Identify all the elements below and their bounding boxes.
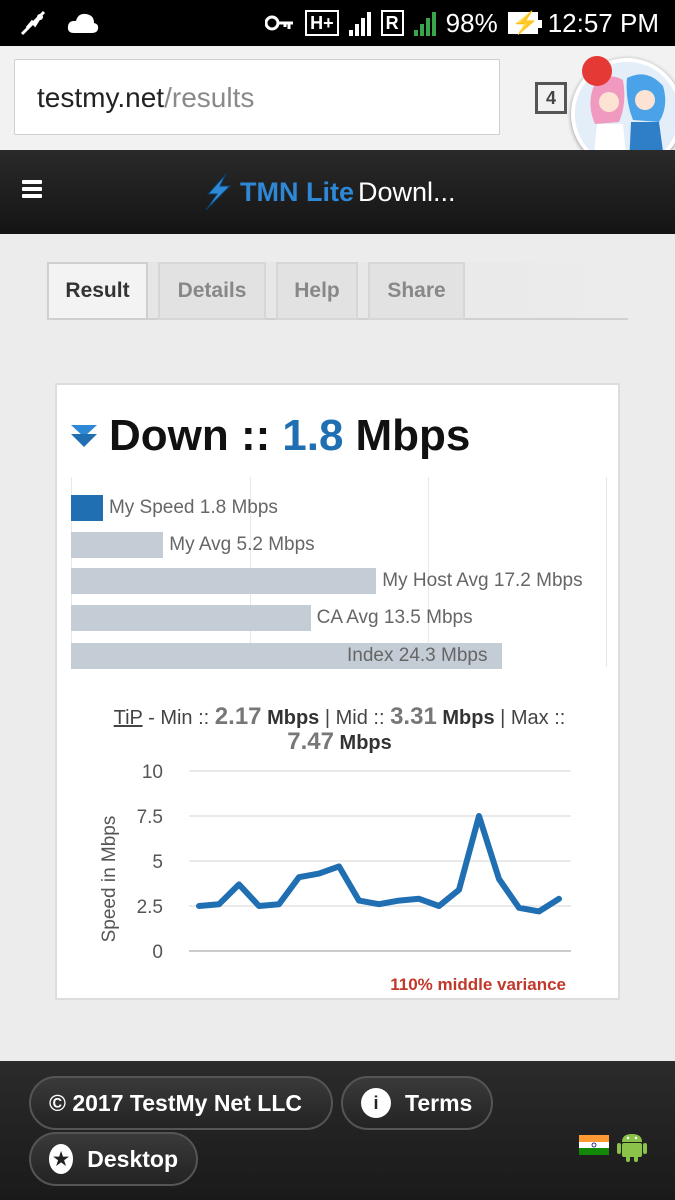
terms-button[interactable]: i Terms xyxy=(341,1076,493,1130)
android-icon xyxy=(617,1134,647,1162)
tab-help[interactable]: Help xyxy=(276,262,358,320)
header-title: Downl... xyxy=(358,176,456,207)
tab-share[interactable]: Share xyxy=(368,262,465,320)
result-card: Down :: 1.8 Mbps My Speed 1.8 MbpsMy Avg… xyxy=(55,383,620,1000)
desktop-label: Desktop xyxy=(87,1145,178,1172)
desktop-button[interactable]: ★ Desktop xyxy=(29,1132,198,1186)
battery-icon: ⚡ xyxy=(507,10,542,35)
footer: © 2017 TestMy Net LLC i Terms ★ Desktop xyxy=(0,1061,675,1200)
url-host: testmy.net xyxy=(37,82,165,113)
comparison-bar-label: Index 24.3 Mbps xyxy=(347,645,488,666)
status-bar: H+ R 98% ⚡ 12:57 PM xyxy=(0,0,675,46)
speed-unit: Mbps xyxy=(355,411,471,460)
download-result-heading: Down :: 1.8 Mbps xyxy=(69,411,470,461)
site-header: TMN Lite Downl... xyxy=(0,150,675,234)
y-tick-label: 7.5 xyxy=(137,807,163,828)
speed-line-chart: 10 7.5 5 2.5 0 Speed in Mbps xyxy=(99,762,571,963)
variance-label: 110% middle variance xyxy=(390,975,566,994)
tip-mid-label: | Mid :: xyxy=(324,707,385,729)
bar-gridline xyxy=(606,477,607,667)
comparison-bar-label: CA Avg 13.5 Mbps xyxy=(316,607,473,628)
y-tick-label: 10 xyxy=(142,762,163,783)
copyright-button[interactable]: © 2017 TestMy Net LLC xyxy=(29,1076,333,1130)
page-title: TMN Lite Downl... xyxy=(200,170,456,214)
browser-toolbar: testmy.net/results 4 xyxy=(0,46,675,170)
tip-mid-value: 3.31 xyxy=(390,703,437,730)
tab-result[interactable]: Result xyxy=(47,262,148,320)
tip-summary: TiP - Min :: 2.17 Mbps | Mid :: 3.31 Mbp… xyxy=(57,705,622,755)
tip-min-value: 2.17 xyxy=(214,703,262,730)
brand-name: TMN Lite xyxy=(240,176,354,207)
tip-min-unit: Mbps xyxy=(267,707,320,729)
comparison-bar xyxy=(71,568,377,594)
notification-badge xyxy=(582,56,612,86)
star-icon: ★ xyxy=(49,1144,74,1174)
tip-max-value: 7.47 xyxy=(287,728,334,755)
no-sync-icon xyxy=(20,10,46,36)
comparison-bar xyxy=(71,495,103,521)
copyright-label: © 2017 TestMy Net LLC xyxy=(49,1089,302,1116)
lightning-logo-icon xyxy=(205,173,232,211)
tip-max-unit: Mbps xyxy=(339,732,392,754)
signal-icon-2 xyxy=(413,10,436,36)
menu-icon[interactable] xyxy=(22,180,42,198)
direction-label: Down :: xyxy=(109,411,271,460)
tip-min-label: - Min :: xyxy=(148,707,210,729)
comparison-bar xyxy=(71,605,311,631)
comparison-bar-label: My Host Avg 17.2 Mbps xyxy=(382,570,583,591)
comparison-bar xyxy=(71,532,164,558)
url-path: /results xyxy=(164,82,255,113)
speed-value: 1.8 xyxy=(282,411,344,460)
info-icon: i xyxy=(361,1088,391,1118)
roaming-badge: R xyxy=(380,10,404,36)
tab-switcher-button[interactable]: 4 xyxy=(535,82,567,114)
download-arrow-icon xyxy=(71,425,97,447)
tip-mid-unit: Mbps xyxy=(442,707,495,729)
result-tabs: Result Details Help Share xyxy=(47,262,628,320)
network-type-badge: H+ xyxy=(305,10,339,36)
comparison-bar-label: My Speed 1.8 Mbps xyxy=(108,497,278,518)
cloud-icon xyxy=(67,13,99,33)
india-flag-icon xyxy=(579,1135,609,1155)
tip-link[interactable]: TiP xyxy=(114,707,143,729)
speed-series-line xyxy=(196,813,562,915)
y-tick-label: 2.5 xyxy=(137,897,163,918)
signal-icon xyxy=(348,10,371,36)
tip-max-label: | Max :: xyxy=(500,707,566,729)
tab-details[interactable]: Details xyxy=(158,262,266,320)
url-field[interactable]: testmy.net/results xyxy=(14,59,500,135)
clock: 12:57 PM xyxy=(547,7,659,38)
y-axis-label: Speed in Mbps xyxy=(99,816,120,943)
y-tick-label: 0 xyxy=(152,942,163,963)
battery-percent: 98% xyxy=(445,7,498,38)
key-icon xyxy=(265,15,294,31)
terms-label: Terms xyxy=(405,1089,473,1116)
y-tick-label: 5 xyxy=(152,852,163,873)
comparison-bar-label: My Avg 5.2 Mbps xyxy=(169,534,315,555)
